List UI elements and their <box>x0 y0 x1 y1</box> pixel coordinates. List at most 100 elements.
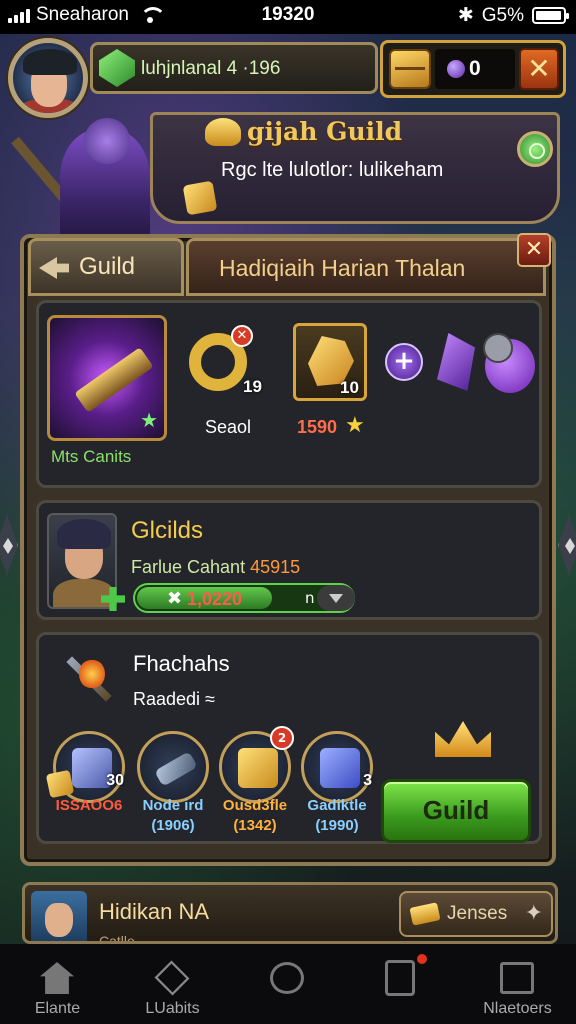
signal-icon <box>8 7 30 23</box>
blade-icon <box>154 751 198 787</box>
item-price: 1590 <box>297 417 338 437</box>
tab-guild-label: Guild <box>79 253 136 280</box>
blue-crystal-icon <box>320 748 360 788</box>
reward-name: Ousd3fle <box>222 797 288 814</box>
item-count: 19 <box>243 377 262 396</box>
treasure-chest-icon[interactable] <box>389 49 431 89</box>
hexagon-icon <box>270 962 304 994</box>
jenses-button-label: Jenses <box>447 903 508 924</box>
banner-title: gijah Guild <box>247 117 403 146</box>
reward-value: (1342) <box>233 817 277 834</box>
reward-value: (1906) <box>151 817 195 834</box>
guild-emblem-icon <box>205 117 241 146</box>
purple-crystal-icon[interactable] <box>437 333 475 391</box>
currency-value: 0 <box>469 57 481 80</box>
currency-counter: 0 <box>435 49 515 89</box>
arrow-left-icon <box>39 257 69 279</box>
gold-badge-icon <box>45 769 75 799</box>
star-icon: ★ <box>345 413 365 438</box>
cube-icon <box>154 960 190 996</box>
nav-label: LUabits <box>145 1000 200 1017</box>
player-strip[interactable]: Hidikan NA Catlle Jenses ✦ <box>22 882 558 944</box>
reward-slot[interactable]: 2 <box>219 726 294 803</box>
weapon-card[interactable]: ★ <box>47 315 167 441</box>
status-left: Sneaharon <box>8 4 166 26</box>
bluetooth-icon: ✱ <box>457 5 474 26</box>
notification-dot <box>417 954 427 964</box>
close-icon[interactable]: ✕ <box>519 48 559 90</box>
nav-item-center[interactable] <box>230 944 345 1024</box>
guild-card-subtitle: Farlue Cahant 45915 <box>131 557 300 578</box>
nav-label: Nlaetoers <box>483 1000 552 1017</box>
nav-item-units[interactable]: LUabits <box>115 944 230 1024</box>
screen-icon <box>500 962 534 994</box>
item-gold[interactable]: 10 <box>293 323 367 401</box>
battery-icon <box>532 7 569 24</box>
currency-panel[interactable]: 0 ✕ <box>380 40 566 98</box>
subtitle-prefix: Farlue Cahant <box>131 557 246 577</box>
nav-item-cards[interactable] <box>345 944 460 1024</box>
home-icon <box>40 962 74 994</box>
chevron-down-icon[interactable] <box>317 585 355 611</box>
star-icon: ✦ <box>524 901 543 926</box>
player-strip-sub: Catlle <box>99 933 135 944</box>
nav-item-more[interactable]: Nlaetoers <box>460 944 575 1024</box>
reward-slot[interactable] <box>137 731 209 803</box>
crown-icon <box>435 721 491 757</box>
reward-count: 3 <box>363 772 372 789</box>
subtitle-value: 45915 <box>250 557 301 577</box>
nav-label: Elante <box>34 1000 81 1017</box>
guild-card-title: Glcilds <box>131 517 204 544</box>
spear-icon <box>57 649 115 709</box>
guild-banner: gijah Guild Rgc lte lulotlor: lulikeham <box>150 112 560 224</box>
cards-icon <box>385 960 415 996</box>
star-icon: ★ <box>140 408 158 432</box>
rewards-card: Fhachahs Raadedi ≈ 30 2 3 ISSAOO6 Node i… <box>36 632 542 844</box>
wifi-icon <box>139 7 166 23</box>
reward-slot[interactable]: 30 <box>45 731 125 803</box>
avatar[interactable] <box>31 891 87 941</box>
item-count: 10 <box>340 378 359 397</box>
battery-percent: G5% <box>481 4 524 26</box>
weapon-label: Mts Canits <box>51 447 132 466</box>
item-ring[interactable]: ✕ 19 <box>187 325 262 399</box>
tab-daily-label: Hadiqiaih Harian Thalan <box>219 255 466 281</box>
reward-value: (1990) <box>315 817 359 834</box>
carrier-name: Sneaharon <box>36 4 129 25</box>
purple-orb-icon <box>447 60 465 78</box>
tab-daily-quests[interactable]: Hadiqiaih Harian Thalan ✕ <box>186 233 551 296</box>
nav-item-home[interactable]: Elante <box>0 944 115 1024</box>
multiply-icon: ✖ <box>167 588 183 609</box>
weapon-icon <box>74 347 154 413</box>
reward-count: 30 <box>106 772 124 789</box>
progress-text: 1,0220 <box>187 589 243 609</box>
bottom-nav: Elante LUabits Nlaetoers <box>0 944 576 1024</box>
progress-suffix: n <box>305 589 315 607</box>
gold-chest-icon <box>238 748 278 788</box>
notification-badge: 2 <box>270 726 294 750</box>
banner-subtitle: Rgc lte lulotlor: lulikeham <box>221 159 444 181</box>
status-right: ✱ G5% <box>457 4 569 27</box>
hero-portrait[interactable] <box>47 513 117 609</box>
item-label: Seaol <box>205 417 252 437</box>
emerald-gem-icon <box>99 49 135 87</box>
potion-icon[interactable] <box>483 333 535 393</box>
rewards-title: Fhachahs <box>133 651 230 676</box>
guild-status-card: Glcilds Farlue Cahant 45915 ✖ 1,0220 n <box>36 500 542 620</box>
guild-button[interactable]: Guild <box>381 779 531 843</box>
close-icon[interactable]: ✕ <box>517 233 551 267</box>
reward-slot[interactable]: 3 <box>301 731 373 803</box>
reward-name: Node ird <box>142 797 204 814</box>
remove-badge-icon[interactable]: ✕ <box>231 325 253 347</box>
gold-badge-icon <box>182 180 218 216</box>
player-name: luhjnlanal 4 ·196 <box>141 58 281 79</box>
info-button[interactable] <box>517 131 553 167</box>
reward-name: Gadiktle <box>307 797 367 814</box>
status-bar: Sneaharon 19320 ✱ G5% <box>0 0 576 34</box>
featured-items-card: ★ Mts Canits ✕ 19 Seaol 10 1590 ★ + <box>36 300 542 488</box>
add-item-button[interactable]: + <box>385 343 423 381</box>
rewards-subtitle: Raadedi ≈ <box>133 689 215 709</box>
tab-guild[interactable]: Guild <box>28 238 184 296</box>
player-name-bar[interactable]: luhjnlanal 4 ·196 <box>90 42 378 94</box>
jenses-button[interactable]: Jenses ✦ <box>399 891 553 937</box>
